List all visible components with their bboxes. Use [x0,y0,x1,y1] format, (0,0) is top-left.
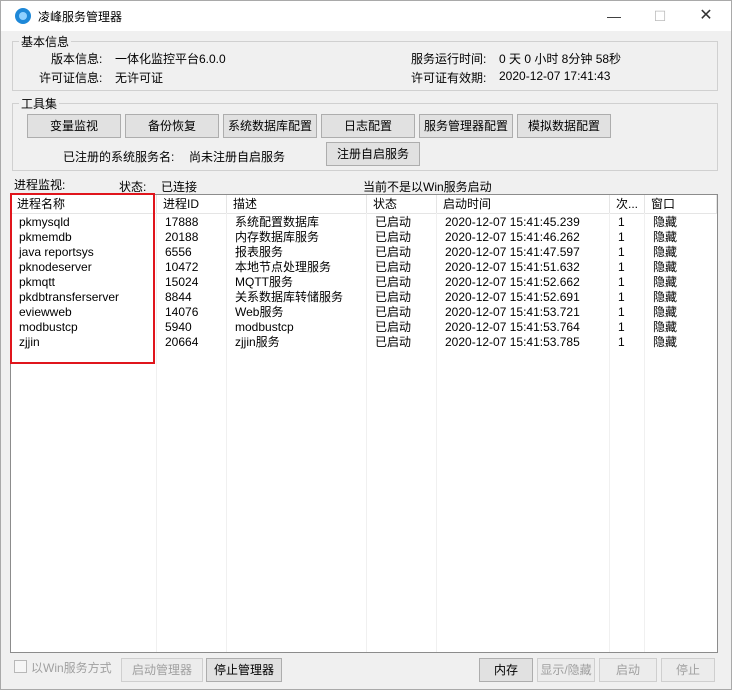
cell-window: 隐藏 [653,305,678,319]
cell-window: 隐藏 [653,320,678,334]
cell-window: 隐藏 [653,335,678,349]
cell-start-time: 2020-12-07 15:41:53.764 [445,320,580,334]
register-autostart-button[interactable]: 注册自启服务 [326,142,420,166]
start-manager-button[interactable]: 启动管理器 [121,658,203,682]
highlight-box [10,193,155,364]
registered-service-label: 已注册的系统服务名: [63,150,175,164]
minimize-button[interactable]: — [591,1,637,31]
license-valid-label: 许可证有效期: [411,71,487,85]
cell-window: 隐藏 [653,275,678,289]
cell-status: 已启动 [375,260,412,274]
cell-description: MQTT服务 [235,275,293,289]
simulation-data-config-button[interactable]: 模拟数据配置 [517,114,611,138]
column-header-window[interactable]: 窗口 [645,195,717,213]
win-service-checkbox[interactable] [14,660,27,673]
version-label: 版本信息: [51,52,103,66]
version-value: 一体化监控平台6.0.0 [115,52,226,66]
stop-button[interactable]: 停止 [661,658,715,682]
cell-start-time: 2020-12-07 15:41:53.721 [445,305,580,319]
cell-description: zjjin服务 [235,335,280,349]
system-db-config-button[interactable]: 系统数据库配置 [223,114,317,138]
show-hide-button[interactable]: 显示/隐藏 [537,658,595,682]
cell-description: modbustcp [235,320,294,334]
cell-description: Web服务 [235,305,284,319]
cell-start-time: 2020-12-07 15:41:52.691 [445,290,580,304]
cell-status: 已启动 [375,245,412,259]
license-label: 许可证信息: [39,71,103,85]
cell-window: 隐藏 [653,230,678,244]
runtime-value: 0 天 0 小时 8分钟 58秒 [499,52,622,66]
win-service-note: 当前不是以Win服务启动 [363,180,492,194]
cell-pid: 5940 [165,320,192,334]
toolbox-legend: 工具集 [21,97,58,111]
runtime-label: 服务运行时间: [411,52,487,66]
cell-pid: 20188 [165,230,199,244]
log-config-button[interactable]: 日志配置 [321,114,415,138]
cell-status: 已启动 [375,290,412,304]
cell-pid: 20664 [165,335,199,349]
cell-description: 系统配置数据库 [235,215,320,229]
title-bar: 凌峰服务管理器 — ☐ ✕ [1,1,731,31]
column-header-start-time[interactable]: 启动时间 [437,195,610,213]
cell-pid: 10472 [165,260,199,274]
cell-window: 隐藏 [653,215,678,229]
column-header-count[interactable]: 次... [610,195,645,213]
cell-start-time: 2020-12-07 15:41:51.632 [445,260,580,274]
cell-start-time: 2020-12-07 15:41:53.785 [445,335,580,349]
cell-description: 报表服务 [235,245,284,259]
registered-service-value: 尚未注册自启服务 [189,150,286,164]
cell-status: 已启动 [375,230,412,244]
app-icon [15,8,31,24]
cell-status: 已启动 [375,275,412,289]
close-button[interactable]: ✕ [683,1,729,31]
cell-pid: 6556 [165,245,192,259]
cell-pid: 14076 [165,305,199,319]
cell-description: 关系数据库转储服务 [235,290,344,304]
window-title: 凌峰服务管理器 [38,10,123,24]
basic-info-legend: 基本信息 [21,35,70,49]
cell-window: 隐藏 [653,290,678,304]
cell-start-time: 2020-12-07 15:41:47.597 [445,245,580,259]
column-header-status[interactable]: 状态 [367,195,437,213]
cell-status: 已启动 [375,215,412,229]
cell-pid: 8844 [165,290,192,304]
process-monitor-label: 进程监视: [14,178,66,192]
cell-status: 已启动 [375,320,412,334]
main-window: 凌峰服务管理器 — ☐ ✕ 基本信息 版本信息: 一体化监控平台6.0.0 许可… [0,0,732,690]
cell-window: 隐藏 [653,245,678,259]
variable-monitor-button[interactable]: 变量监视 [27,114,121,138]
maximize-button[interactable]: ☐ [637,1,683,31]
stop-manager-button[interactable]: 停止管理器 [206,658,282,682]
service-manager-config-button[interactable]: 服务管理器配置 [419,114,513,138]
memory-button[interactable]: 内存 [479,658,533,682]
cell-start-time: 2020-12-07 15:41:46.262 [445,230,580,244]
cell-description: 内存数据库服务 [235,230,320,244]
cell-start-time: 2020-12-07 15:41:45.239 [445,215,580,229]
column-header-pid[interactable]: 进程ID [157,195,227,213]
backup-restore-button[interactable]: 备份恢复 [125,114,219,138]
license-value: 无许可证 [115,71,164,85]
cell-description: 本地节点处理服务 [235,260,332,274]
win-service-checkbox-label: 以Win服务方式 [31,661,112,675]
start-button[interactable]: 启动 [599,658,657,682]
license-valid-value: 2020-12-07 17:41:43 [499,69,611,83]
cell-start-time: 2020-12-07 15:41:52.662 [445,275,580,289]
cell-pid: 17888 [165,215,199,229]
cell-status: 已启动 [375,335,412,349]
cell-pid: 15024 [165,275,199,289]
column-header-description[interactable]: 描述 [227,195,367,213]
cell-window: 隐藏 [653,260,678,274]
cell-status: 已启动 [375,305,412,319]
connection-status-value: 已连接 [161,180,198,194]
